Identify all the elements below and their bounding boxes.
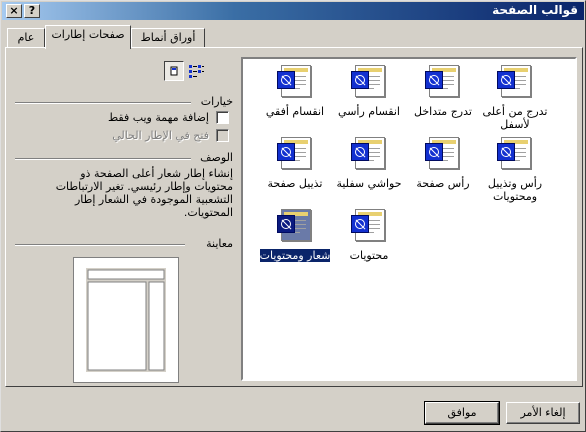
template-label: رأس وتذييل ومحتويات — [487, 177, 543, 203]
preview-layout-diagram — [86, 268, 166, 372]
frame-template-icon — [277, 65, 313, 101]
frame-template-icon — [425, 65, 461, 101]
template-list[interactable]: تدرج من أعلى لأسفل تدرج متداخل انقسام رأ… — [241, 57, 577, 381]
list-icon — [189, 65, 204, 78]
frame-template-icon — [425, 137, 461, 173]
template-label: شعار ومحتويات — [258, 248, 332, 263]
template-label: انقسام رأسي — [338, 105, 400, 118]
close-icon: × — [9, 4, 19, 17]
add-web-task-label[interactable]: إضافة مهمة ويب فقط — [108, 111, 209, 124]
add-web-task-checkbox[interactable] — [216, 111, 229, 124]
template-label: تدرج متداخل — [414, 105, 472, 118]
description-heading: الوصف — [200, 151, 233, 164]
ok-button[interactable]: موافق — [424, 401, 500, 425]
template-label: محتويات — [349, 249, 389, 262]
tab-style-sheets[interactable]: أوراق أنماط — [131, 28, 205, 48]
preview-box — [73, 257, 179, 383]
template-item-selected[interactable]: شعار ومحتويات — [255, 209, 335, 263]
help-icon: ? — [28, 4, 36, 17]
description-divider — [15, 158, 191, 160]
frame-template-icon — [351, 65, 387, 101]
template-label: تذييل صفحة — [267, 177, 323, 190]
window-title: قوالب الصفحة — [492, 3, 578, 17]
template-item[interactable]: رأس صفحة — [403, 137, 483, 190]
frame-template-icon — [277, 209, 313, 245]
cancel-button[interactable]: إلغاء الأمر — [506, 402, 580, 424]
frame-template-icon — [497, 65, 533, 101]
open-in-current-frame-label: فتح في الإطار الحالي — [112, 129, 209, 142]
description-text: إنشاء إطار شعار أعلى الصفحة ذو محتويات و… — [55, 167, 233, 219]
template-item[interactable]: تذييل صفحة — [255, 137, 335, 190]
options-heading: خيارات — [200, 95, 233, 108]
title-bar: × ? قوالب الصفحة — [2, 2, 584, 20]
template-item[interactable]: محتويات — [329, 209, 409, 262]
template-label: انقسام أفقي — [265, 105, 325, 118]
template-item[interactable]: حواشي سفلية — [329, 137, 409, 190]
frame-template-icon — [351, 137, 387, 173]
open-in-current-frame-checkbox — [216, 129, 229, 142]
options-divider — [15, 102, 191, 104]
large-icons-icon — [170, 66, 178, 76]
frame-template-icon — [277, 137, 313, 173]
template-item[interactable]: تدرج من أعلى لأسفل — [475, 65, 555, 131]
frame-template-icon — [497, 137, 533, 173]
template-item[interactable]: تدرج متداخل — [403, 65, 483, 118]
list-view-button[interactable] — [186, 61, 206, 81]
preview-divider — [15, 244, 185, 246]
template-label: حواشي سفلية — [336, 177, 402, 190]
preview-heading: معاينة — [206, 237, 233, 250]
page-templates-dialog: × ? قوالب الصفحة عام صفحات إطارات أوراق … — [0, 0, 586, 432]
template-label: تدرج من أعلى لأسفل — [482, 105, 548, 131]
frame-template-icon — [351, 209, 387, 245]
help-button[interactable]: ? — [24, 4, 40, 18]
template-label: رأس صفحة — [416, 177, 470, 190]
large-icons-view-button[interactable] — [164, 61, 184, 81]
tab-general[interactable]: عام — [7, 28, 45, 48]
template-item[interactable]: رأس وتذييل ومحتويات — [475, 137, 555, 203]
template-item[interactable]: انقسام رأسي — [329, 65, 409, 118]
tab-frames-pages[interactable]: صفحات إطارات — [45, 25, 131, 49]
close-button[interactable]: × — [6, 4, 22, 18]
template-item[interactable]: انقسام أفقي — [255, 65, 335, 118]
